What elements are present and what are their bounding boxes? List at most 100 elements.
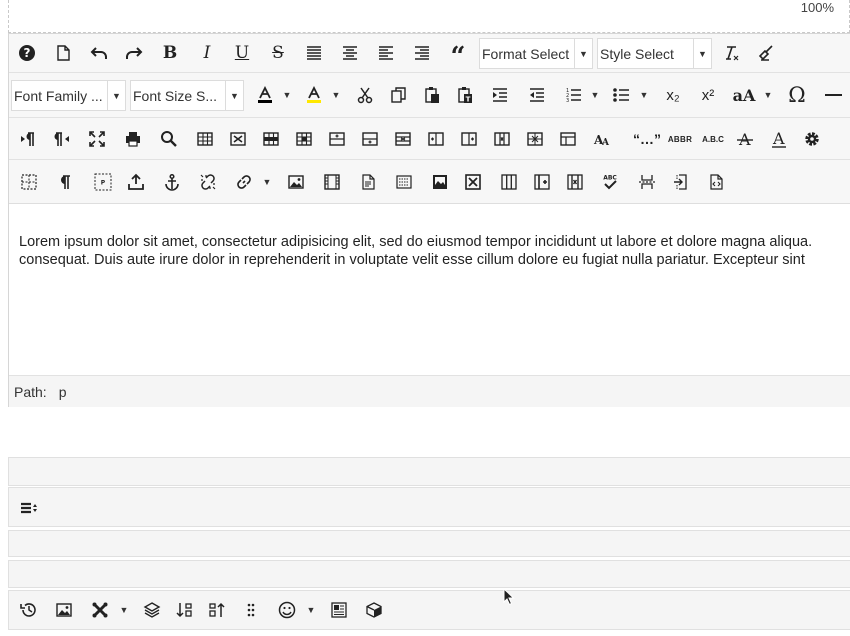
cube-icon[interactable] [360, 597, 388, 623]
new-document-icon[interactable] [49, 40, 77, 66]
history-icon[interactable] [15, 597, 43, 623]
visual-aid-icon[interactable] [15, 169, 43, 195]
font-case-button[interactable]: aA [730, 82, 758, 108]
caret-down-icon[interactable]: ▼ [763, 82, 773, 108]
remove-format-icon[interactable] [717, 40, 745, 66]
delete-col-icon[interactable] [488, 126, 516, 152]
non-breaking-icon[interactable] [667, 169, 695, 195]
unlink-icon[interactable] [194, 169, 222, 195]
highlight-color-icon[interactable] [300, 82, 328, 108]
print-icon[interactable] [119, 126, 147, 152]
underline-button[interactable]: U [228, 40, 256, 66]
caret-down-icon[interactable]: ▼ [331, 82, 341, 108]
layers-icon[interactable] [138, 597, 166, 623]
ltr-direction-icon[interactable] [14, 126, 42, 152]
caret-down-icon[interactable]: ▼ [590, 82, 600, 108]
move-up-icon[interactable] [203, 597, 231, 623]
copy-icon[interactable] [385, 82, 413, 108]
article-icon[interactable] [325, 597, 353, 623]
style-select[interactable]: Style Select ▼ [597, 38, 712, 69]
emoji-icon[interactable] [273, 597, 301, 623]
bold-button[interactable]: B [156, 40, 184, 66]
acronym-button[interactable]: A.B.C [697, 126, 729, 152]
merge-cells-icon[interactable] [554, 126, 582, 152]
align-center-icon[interactable] [336, 40, 364, 66]
caret-down-icon[interactable]: ▼ [262, 169, 272, 195]
insert-row-after-icon[interactable] [356, 126, 384, 152]
paste-text-icon[interactable]: T [451, 82, 479, 108]
bullet-list-icon[interactable] [607, 82, 635, 108]
subscript-button[interactable]: x₂ [659, 82, 687, 108]
align-right-icon[interactable] [408, 40, 436, 66]
font-family-select[interactable]: Font Family ... ▼ [11, 80, 126, 111]
remove-column-icon[interactable] [561, 169, 589, 195]
caret-down-icon[interactable]: ▼ [282, 82, 292, 108]
italic-button[interactable]: I [193, 40, 221, 66]
layer-icon[interactable] [390, 169, 418, 195]
add-column-icon[interactable] [528, 169, 556, 195]
table-icon[interactable] [191, 126, 219, 152]
image-manager-icon[interactable] [426, 169, 454, 195]
caret-down-icon[interactable]: ▼ [306, 597, 316, 623]
media-icon[interactable] [318, 169, 346, 195]
align-justify-icon[interactable] [300, 40, 328, 66]
content-paragraph[interactable]: Lorem ipsum dolor sit amet, consectetur … [19, 233, 850, 269]
indent-icon[interactable] [486, 82, 514, 108]
caret-down-icon[interactable]: ▼ [119, 597, 129, 623]
insert-row-before-icon[interactable] [323, 126, 351, 152]
blockquote-button[interactable]: “ [444, 40, 472, 70]
editor-content-area[interactable]: Lorem ipsum dolor sit amet, consectetur … [9, 204, 850, 375]
fullscreen-icon[interactable] [83, 126, 111, 152]
search-icon[interactable] [155, 126, 183, 152]
insert-col-after-icon[interactable] [455, 126, 483, 152]
numbered-list-icon[interactable]: 123 [559, 82, 587, 108]
paragraph-mark-icon[interactable] [50, 169, 78, 195]
table-cell-props-icon[interactable] [290, 126, 318, 152]
superscript-button[interactable]: x² [694, 82, 722, 108]
align-left-icon[interactable] [372, 40, 400, 66]
font-size-select[interactable]: Font Size S... ▼ [130, 80, 244, 111]
show-blocks-icon[interactable]: P [89, 169, 117, 195]
move-down-icon[interactable] [171, 597, 199, 623]
upload-icon[interactable] [122, 169, 150, 195]
abbr-button[interactable]: ABBR [665, 126, 695, 152]
font-size-aa-icon[interactable]: AA [588, 126, 616, 152]
cleanup-icon[interactable] [752, 40, 780, 66]
path-element-p[interactable]: p [59, 384, 67, 400]
link-icon[interactable] [230, 169, 258, 195]
paste-icon[interactable] [418, 82, 446, 108]
redo-icon[interactable] [120, 40, 148, 66]
caret-down-icon[interactable]: ▼ [639, 82, 649, 108]
special-char-button[interactable]: Ω [783, 82, 811, 108]
delete-table-icon[interactable] [224, 126, 252, 152]
help-icon[interactable]: ? [13, 40, 41, 66]
cut-icon[interactable] [351, 82, 379, 108]
undo-icon[interactable] [85, 40, 113, 66]
joomla-icon[interactable] [86, 597, 114, 623]
delete-image-icon[interactable] [459, 169, 487, 195]
delete-row-icon[interactable] [389, 126, 417, 152]
insert-col-before-icon[interactable] [422, 126, 450, 152]
list-sort-icon[interactable] [15, 495, 43, 521]
source-code-icon[interactable] [702, 169, 730, 195]
strike-a-icon[interactable]: A [731, 126, 759, 152]
text-color-icon[interactable] [251, 82, 279, 108]
horizontal-rule-icon[interactable] [819, 82, 847, 108]
image-icon[interactable] [282, 169, 310, 195]
drag-handle-icon[interactable] [237, 597, 265, 623]
page-break-icon[interactable] [633, 169, 661, 195]
template-icon[interactable] [354, 169, 382, 195]
rtl-direction-icon[interactable] [48, 126, 76, 152]
columns-icon[interactable] [495, 169, 523, 195]
image-icon[interactable] [50, 597, 78, 623]
format-select[interactable]: Format Select ▼ [479, 38, 593, 69]
outdent-icon[interactable] [523, 82, 551, 108]
table-row-props-icon[interactable] [257, 126, 285, 152]
gear-icon[interactable] [798, 126, 826, 152]
split-cells-icon[interactable] [521, 126, 549, 152]
strikethrough-button[interactable]: S [264, 40, 292, 66]
underline-a-icon[interactable]: A [765, 126, 793, 152]
anchor-icon[interactable] [158, 169, 186, 195]
citation-button[interactable]: “…” [629, 126, 665, 152]
spellcheck-icon[interactable]: ABC [596, 169, 624, 195]
